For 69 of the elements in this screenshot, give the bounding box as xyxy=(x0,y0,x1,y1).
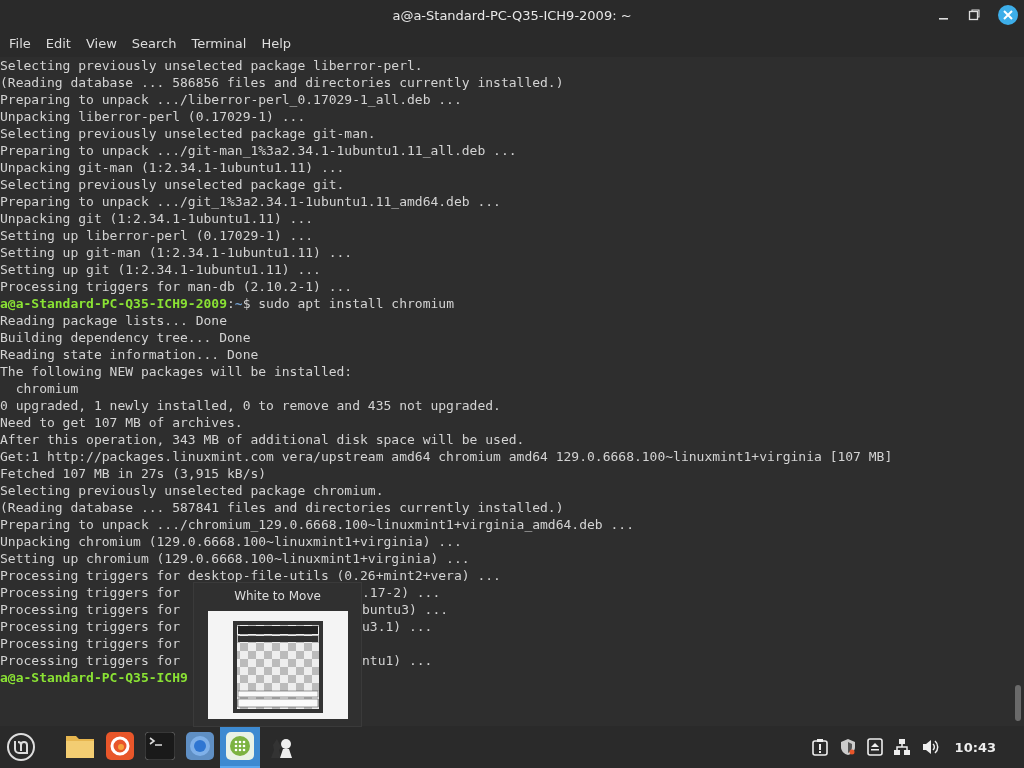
app-grid-icon xyxy=(226,732,254,760)
menu-icon[interactable] xyxy=(6,732,36,762)
output-line: Processing triggers for desktop-file-utils (0.26+mint2+vera) ... xyxy=(0,568,501,583)
output-line: Unpacking chromium (129.0.6668.100~linuxmint1+virginia) ... xyxy=(0,534,462,549)
menu-item[interactable]: View xyxy=(84,36,125,51)
output-line: Get:1 http://packages.linuxmint.com vera/upstream amd64 chromium amd64 129.0.6668.100~linuxmint1+virginia [107 MB] xyxy=(0,449,893,464)
output-line: Setting up liberror-perl (0.17029-1) ... xyxy=(0,228,314,243)
command-text: $ sudo apt install chromium xyxy=(242,296,454,311)
output-line: (Reading database ... 586856 files and directories currently installed.) xyxy=(0,75,564,90)
window-preview[interactable]: White to Move xyxy=(193,582,362,727)
output-line: Preparing to unpack .../git_1%3a2.34.1-1ubuntu1.11_amd64.deb ... xyxy=(0,194,501,209)
output-line: chromium xyxy=(14,381,79,396)
output-line: Processing triggers for xyxy=(0,636,180,651)
output-line: Reading package lists... Done xyxy=(0,313,227,328)
output-line: Selecting previously unselected package chromium. xyxy=(0,483,384,498)
taskbar-app[interactable] xyxy=(220,726,260,768)
menu-item[interactable]: File xyxy=(8,36,39,51)
output-line: Setting up chromium (129.0.6668.100~linuxmint1+virginia) ... xyxy=(0,551,470,566)
clipboard-icon[interactable] xyxy=(810,738,829,756)
output-line: Building dependency tree... Done xyxy=(0,330,251,345)
output-line: buntu3) ... xyxy=(362,601,449,618)
output-line: Setting up git-man (1:2.34.1-1ubuntu1.11) ... xyxy=(0,245,353,260)
output-line: Preparing to unpack .../chromium_129.0.6668.100~linuxmint1+virginia_amd64.deb ... xyxy=(0,517,634,532)
maximize-icon[interactable] xyxy=(968,9,980,21)
prompt-separator: : xyxy=(227,296,235,311)
menu-item[interactable]: Help xyxy=(260,36,300,51)
prompt-user: a@a-Standard-PC-Q35-ICH9-2009 xyxy=(0,296,227,311)
output-line: Setting up git (1:2.34.1-1ubuntu1.11) ... xyxy=(0,262,321,277)
network-icon[interactable] xyxy=(892,738,911,756)
output-line: Selecting previously unselected package liberror-perl. xyxy=(0,58,423,73)
output-line: The following NEW packages will be installed: xyxy=(0,364,353,379)
output-line: Fetched 107 MB in 27s (3,915 kB/s) xyxy=(0,466,267,481)
output-line: Processing triggers for xyxy=(0,602,180,617)
output-line: Selecting previously unselected package git-man. xyxy=(0,126,376,141)
output-line: Processing triggers for xyxy=(0,653,180,668)
output-line: Processing triggers for man-db (2.10.2-1) ... xyxy=(0,279,353,294)
scrollbar[interactable] xyxy=(1015,685,1021,721)
close-icon[interactable] xyxy=(998,5,1018,25)
output-line: 0 upgraded, 1 newly installed, 0 to remove and 435 not upgraded. xyxy=(0,398,501,413)
output-line: Preparing to unpack .../liberror-perl_0.17029-1_all.deb ... xyxy=(0,92,462,107)
output-line: Reading state information... Done xyxy=(0,347,259,362)
output-line: Processing triggers for xyxy=(0,585,180,600)
output-line: Need to get 107 MB of archives. xyxy=(0,415,243,430)
output-line: Unpacking liberror-perl (0.17029-1) ... xyxy=(0,109,306,124)
menu-item[interactable]: Search xyxy=(130,36,185,51)
output-line: Unpacking git (1:2.34.1-1ubuntu1.11) ... xyxy=(0,211,314,226)
prompt-path: ~ xyxy=(234,296,243,311)
output-line: After this operation, 343 MB of additional disk space will be used. xyxy=(0,432,525,447)
shield-icon[interactable] xyxy=(838,738,857,756)
globe-icon xyxy=(186,732,214,760)
output-line: Processing triggers for xyxy=(0,619,180,634)
preview-title: White to Move xyxy=(234,589,321,603)
menu-item[interactable]: Edit xyxy=(44,36,79,51)
folder-icon xyxy=(65,733,95,759)
output-line: Unpacking git-man (1:2.34.1-1ubuntu1.11) ... xyxy=(0,160,345,175)
output-line: Preparing to unpack .../git-man_1%3a2.34.1-1ubuntu1.11_all.deb ... xyxy=(0,143,517,158)
browser-icon xyxy=(106,732,134,760)
menu-item[interactable]: Terminal xyxy=(190,36,255,51)
volume-icon[interactable] xyxy=(920,738,941,756)
output-line: .17-2) ... xyxy=(362,584,441,601)
clock[interactable]: 10:43 xyxy=(954,739,996,755)
prompt-user: a@a-Standard-PC-Q35-ICH9 xyxy=(0,670,188,685)
output-line: Selecting previously unselected package git. xyxy=(0,177,345,192)
eject-icon[interactable] xyxy=(866,738,883,756)
output-line: (Reading database ... 587841 files and directories currently installed.) xyxy=(0,500,564,515)
window-title: a@a-Standard-PC-Q35-ICH9-2009: ~ xyxy=(392,7,632,23)
terminal-icon xyxy=(145,732,175,760)
output-line: u3.1) ... xyxy=(362,618,433,635)
output-line: ntu1) ... xyxy=(362,652,433,669)
